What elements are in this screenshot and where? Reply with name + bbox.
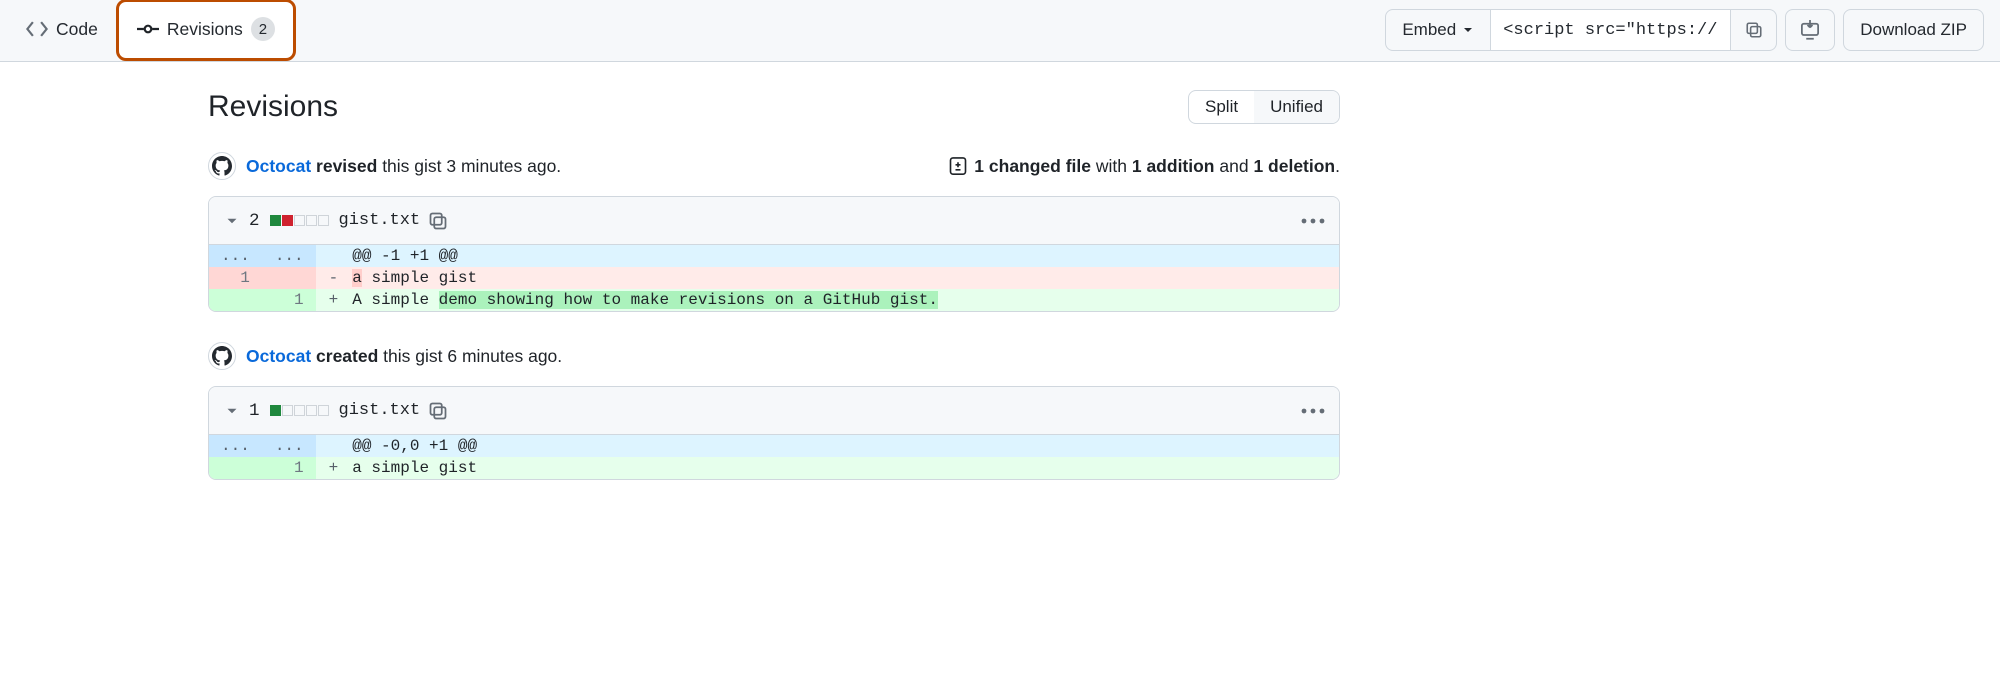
diff-stat-blocks [270, 215, 329, 226]
diff-row: ...... @@ -0,0 +1 @@ [209, 435, 1339, 457]
page-title: Revisions [208, 90, 1188, 124]
embed-dropdown[interactable]: Embed [1385, 9, 1491, 51]
diff-text: + A simple demo showing how to make revi… [316, 289, 1339, 311]
tab-revisions[interactable]: Revisions 2 [116, 0, 296, 61]
diff-text: @@ -1 +1 @@ [316, 245, 1339, 267]
diff-block [294, 405, 305, 416]
embed-label: Embed [1402, 20, 1456, 40]
diff-block [282, 405, 293, 416]
diff-table: ...... @@ -1 +1 @@1- a simple gist1+ A s… [209, 245, 1339, 311]
new-line-no: ... [262, 435, 316, 457]
new-line-no: 1 [262, 289, 316, 311]
tab-revisions-label: Revisions [167, 19, 243, 40]
file-name[interactable]: gist.txt [339, 211, 421, 230]
action: created [316, 346, 378, 366]
diff-block [306, 405, 317, 416]
old-line-no [209, 457, 262, 479]
caret-down-icon [1462, 24, 1474, 36]
diff-block [270, 405, 281, 416]
download-zip-label: Download ZIP [1860, 20, 1967, 40]
author-link[interactable]: Octocat [246, 156, 311, 176]
copy-icon[interactable] [428, 401, 448, 421]
additions: 1 addition [1132, 156, 1215, 176]
diff-block [294, 215, 305, 226]
change-stats: 1 changed file with 1 addition and 1 del… [948, 156, 1340, 177]
diff-icon [948, 156, 968, 176]
file-diff: 2gist.txt...... @@ -1 +1 @@1- a simple g… [208, 196, 1340, 312]
action-rest: this gist 6 minutes ago. [378, 346, 562, 366]
old-line-no [209, 289, 262, 311]
old-line-no: ... [209, 245, 262, 267]
diff-block [318, 405, 329, 416]
page-body: Revisions Split Unified Octocat revised … [0, 62, 2000, 682]
avatar[interactable] [208, 342, 236, 370]
old-line-no: ... [209, 435, 262, 457]
embed-url-input[interactable] [1491, 9, 1731, 51]
diff-mode-split[interactable]: Split [1189, 91, 1254, 123]
desktop-download-icon [1800, 20, 1820, 40]
tabstrip: Code Revisions 2 Embed Download ZIP [0, 0, 2000, 62]
diff-mode-unified[interactable]: Unified [1254, 91, 1339, 123]
revisions-count-badge: 2 [251, 17, 275, 41]
kebab-icon[interactable] [1301, 218, 1325, 224]
code-icon [26, 18, 48, 40]
diff-row: ...... @@ -1 +1 @@ [209, 245, 1339, 267]
avatar[interactable] [208, 152, 236, 180]
file-header: 2 gist.txt [209, 197, 1339, 245]
diff-mode-switch: Split Unified [1188, 90, 1340, 124]
change-count: 2 [249, 211, 260, 231]
diff-row: 1 - a simple gist [209, 267, 1339, 289]
diff-row: 1+ A simple demo showing how to make rev… [209, 289, 1339, 311]
file-header: 1 gist.txt [209, 387, 1339, 435]
diff-text: - a simple gist [316, 267, 1339, 289]
embed-group: Embed [1385, 9, 1777, 51]
new-line-no: ... [262, 245, 316, 267]
chevron-down-icon[interactable] [223, 212, 241, 230]
git-commit-icon [137, 18, 159, 40]
change-count: 1 [249, 401, 260, 421]
changed-files: 1 changed file [974, 156, 1091, 176]
diff-block [318, 215, 329, 226]
new-line-no [262, 267, 316, 289]
revision-header: Octocat revised this gist 3 minutes ago.… [208, 152, 1340, 180]
tab-code-label: Code [56, 19, 98, 40]
new-line-no: 1 [262, 457, 316, 479]
diff-block [270, 215, 281, 226]
action-rest: this gist 3 minutes ago. [377, 156, 561, 176]
copy-icon [1745, 21, 1763, 39]
diff-text: + a simple gist [316, 457, 1339, 479]
kebab-icon[interactable] [1301, 408, 1325, 414]
diff-block [282, 215, 293, 226]
diff-text: @@ -0,0 +1 @@ [316, 435, 1339, 457]
file-name[interactable]: gist.txt [339, 401, 421, 420]
file-diff: 1gist.txt...... @@ -0,0 +1 @@1+ a simple… [208, 386, 1340, 480]
revision-header: Octocat created this gist 6 minutes ago. [208, 342, 1340, 370]
copy-icon[interactable] [428, 211, 448, 231]
diff-block [306, 215, 317, 226]
deletions: 1 deletion [1253, 156, 1335, 176]
old-line-no: 1 [209, 267, 262, 289]
chevron-down-icon[interactable] [223, 402, 241, 420]
download-zip-button[interactable]: Download ZIP [1843, 9, 1984, 51]
author-link[interactable]: Octocat [246, 346, 311, 366]
open-desktop-button[interactable] [1785, 9, 1835, 51]
diff-row: 1+ a simple gist [209, 457, 1339, 479]
diff-table: ...... @@ -0,0 +1 @@1+ a simple gist [209, 435, 1339, 479]
copy-embed-button[interactable] [1731, 9, 1777, 51]
tab-code[interactable]: Code [8, 0, 116, 61]
action: revised [316, 156, 377, 176]
diff-stat-blocks [270, 405, 329, 416]
